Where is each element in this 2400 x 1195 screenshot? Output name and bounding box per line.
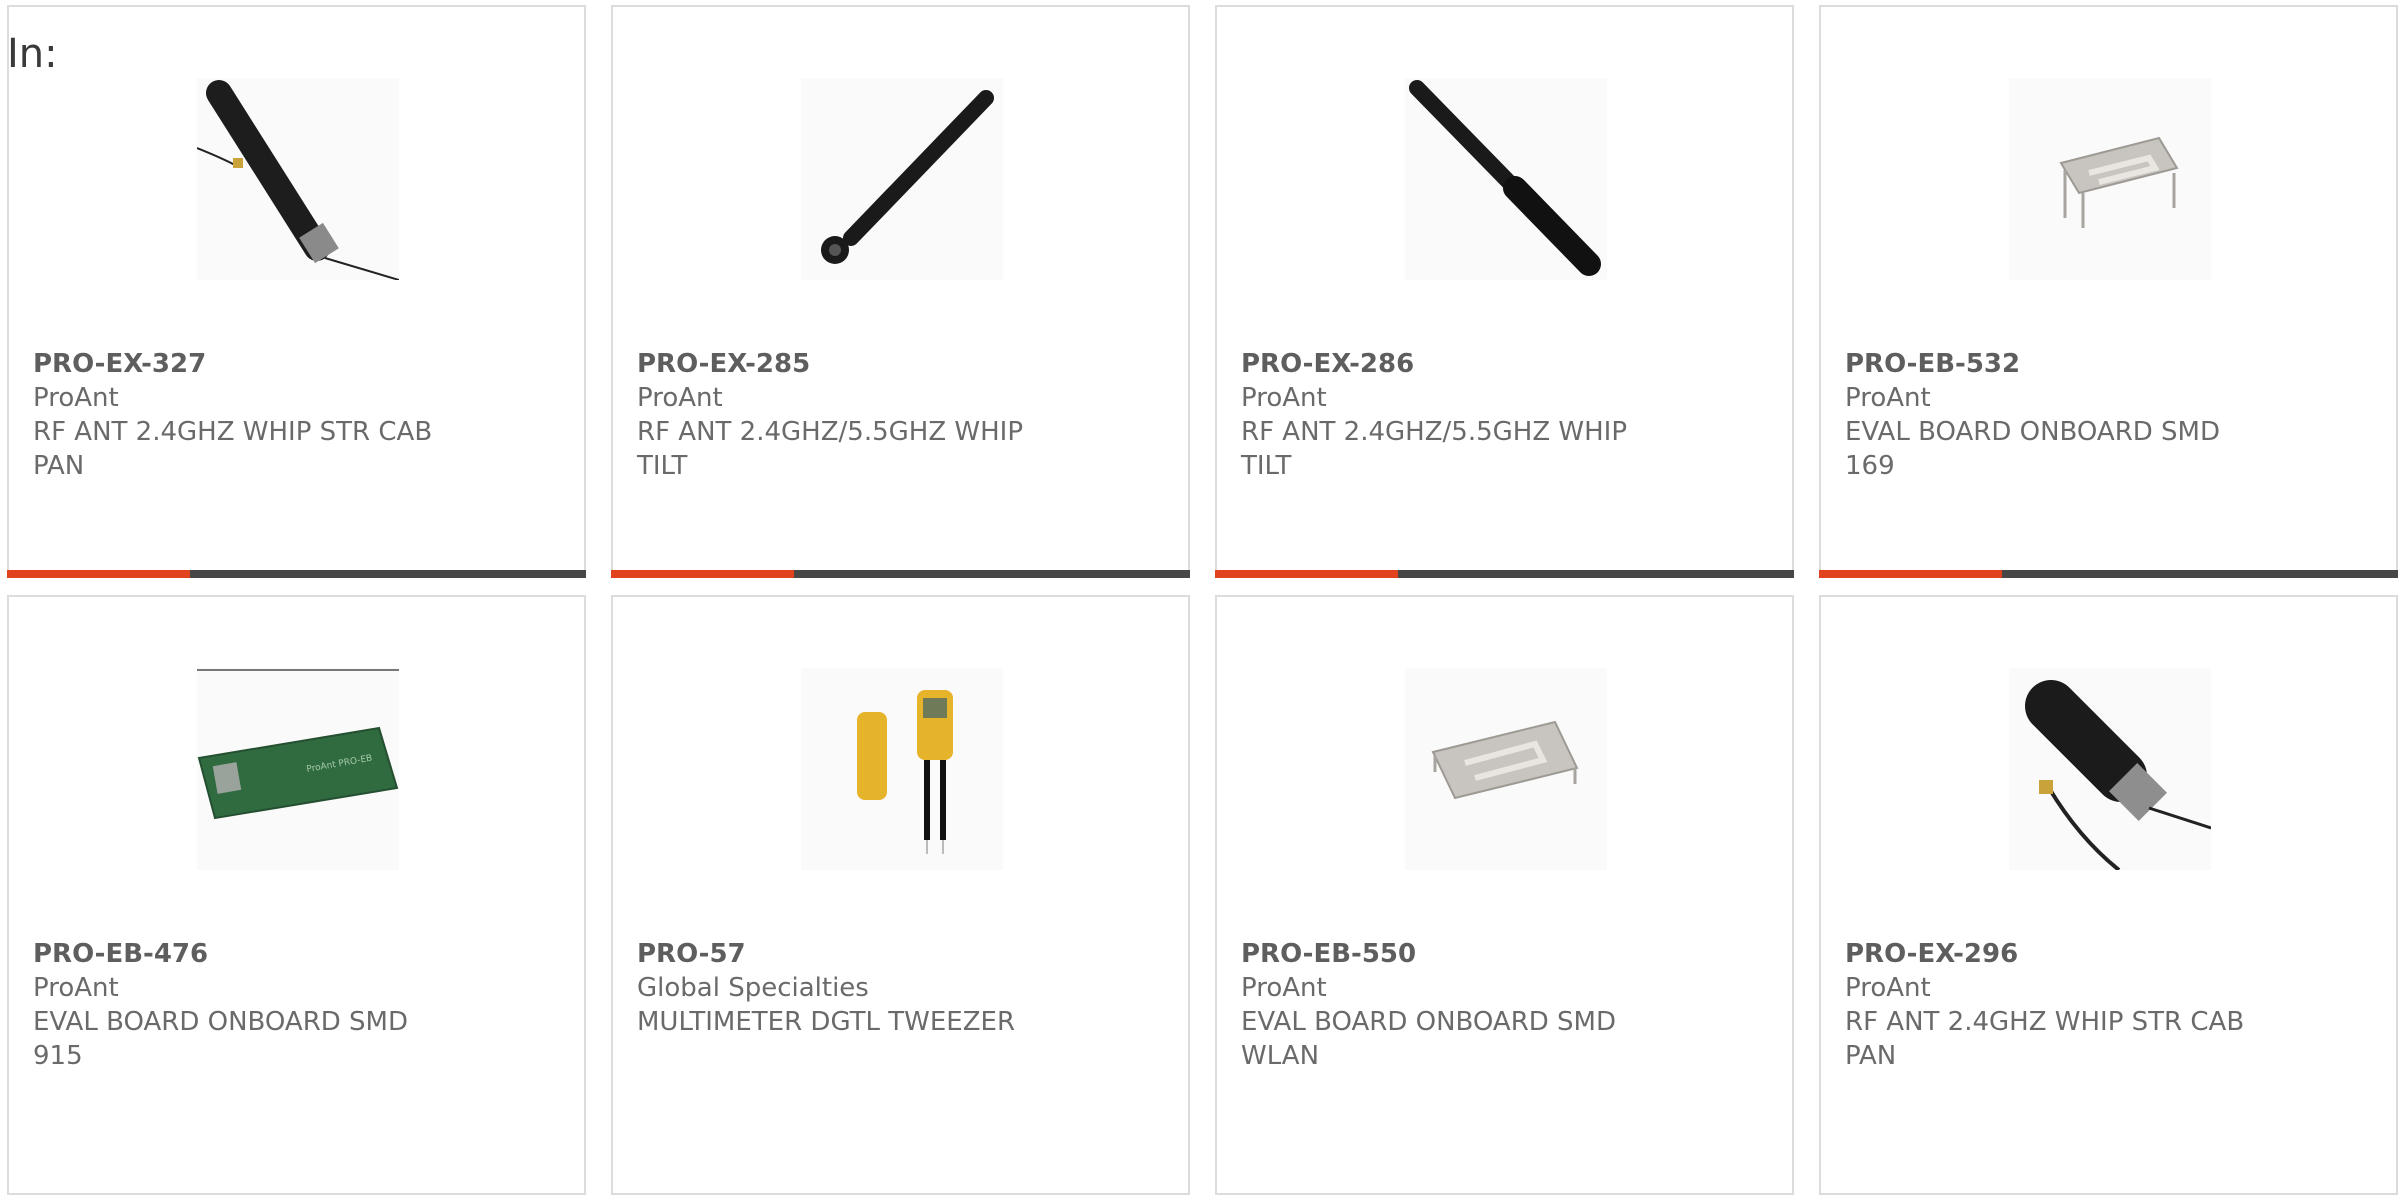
description-line: TILT [637,451,688,481]
description-line: TILT [1241,451,1292,481]
part-number[interactable]: PRO-EB-532 [1845,347,2265,381]
part-number[interactable]: PRO-57 [637,937,1057,971]
stubby-antenna-cable-icon [2025,680,2211,870]
description-line: PAN [33,451,85,481]
description-line: WLAN [1241,1041,1320,1071]
manufacturer: ProAnt [1241,973,1327,1003]
product-card[interactable]: PRO-EX-296 ProAnt RF ANT 2.4GHZ WHIP STR… [1819,595,2398,1195]
product-image[interactable]: ProAnt PRO-EB [197,668,399,870]
manufacturer: ProAnt [1845,383,1931,413]
card-accent-bar [1215,570,1398,578]
tweezer-multimeter-icon [857,690,953,854]
card-bottom-bar [7,570,586,578]
card-accent-bar [611,570,794,578]
product-grid: PRO-EX-327 ProAnt RF ANT 2.4GHZ WHIP STR… [7,5,2398,1195]
part-number[interactable]: PRO-EB-550 [1241,937,1661,971]
part-number[interactable]: PRO-EB-476 [33,937,453,971]
part-number[interactable]: PRO-EX-296 [1845,937,2265,971]
card-bottom-bar [611,570,1190,578]
card-accent-bar [1819,570,2002,578]
product-card[interactable]: PRO-57 Global Specialties MULTIMETER DGT… [611,595,1190,1195]
description-line: RF ANT 2.4GHZ/5.5GHZ WHIP [1241,417,1628,447]
description-line: EVAL BOARD ONBOARD SMD [1241,1007,1617,1037]
description-line: EVAL BOARD ONBOARD SMD 915 [33,1007,409,1071]
manufacturer: ProAnt [33,383,119,413]
product-card[interactable]: PRO-EB-550 ProAnt EVAL BOARD ONBOARD SMD… [1215,595,1794,1195]
manufacturer: ProAnt [33,973,119,1003]
green-pcb-icon: ProAnt PRO-EB [197,669,399,820]
product-card[interactable]: ProAnt PRO-EB PRO-EB-476 ProAnt EVAL BOA… [7,595,586,1195]
card-bottom-bar [1819,570,2398,578]
product-image[interactable] [1405,668,1607,870]
manufacturer: Global Specialties [637,973,869,1003]
filter-label: In: [7,31,58,77]
tilt-antenna-icon [821,90,994,264]
smd-antenna-icon [2059,136,2179,228]
description-line: RF ANT 2.4GHZ/5.5GHZ WHIP [637,417,1024,447]
whip-antenna-cable-icon [197,80,399,280]
part-number[interactable]: PRO-EX-286 [1241,347,1661,381]
product-image[interactable] [801,668,1003,870]
smd-antenna-icon [1431,720,1579,800]
product-card[interactable]: PRO-EX-285 ProAnt RF ANT 2.4GHZ/5.5GHZ W… [611,5,1190,578]
description-line: PAN [1845,1041,1897,1071]
part-number[interactable]: PRO-EX-327 [33,347,453,381]
product-image[interactable] [801,78,1003,280]
manufacturer: ProAnt [1845,973,1931,1003]
manufacturer: ProAnt [1241,383,1327,413]
card-accent-bar [7,570,190,578]
description-line: MULTIMETER DGTL TWEEZER [637,1007,1016,1037]
description-line: RF ANT 2.4GHZ WHIP STR CAB [1845,1007,2245,1037]
product-card[interactable]: PRO-EX-286 ProAnt RF ANT 2.4GHZ/5.5GHZ W… [1215,5,1794,578]
description-line: EVAL BOARD ONBOARD SMD 169 [1845,417,2221,481]
description-line: RF ANT 2.4GHZ WHIP STR CAB [33,417,433,447]
product-image[interactable] [2009,668,2211,870]
product-image[interactable] [2009,78,2211,280]
manufacturer: ProAnt [637,383,723,413]
whip-antenna-icon [1409,80,1601,276]
part-number[interactable]: PRO-EX-285 [637,347,1057,381]
product-image[interactable] [197,78,399,280]
product-image[interactable] [1405,78,1607,280]
product-card[interactable]: PRO-EX-327 ProAnt RF ANT 2.4GHZ WHIP STR… [7,5,586,578]
product-card[interactable]: PRO-EB-532 ProAnt EVAL BOARD ONBOARD SMD… [1819,5,2398,578]
card-bottom-bar [1215,570,1794,578]
